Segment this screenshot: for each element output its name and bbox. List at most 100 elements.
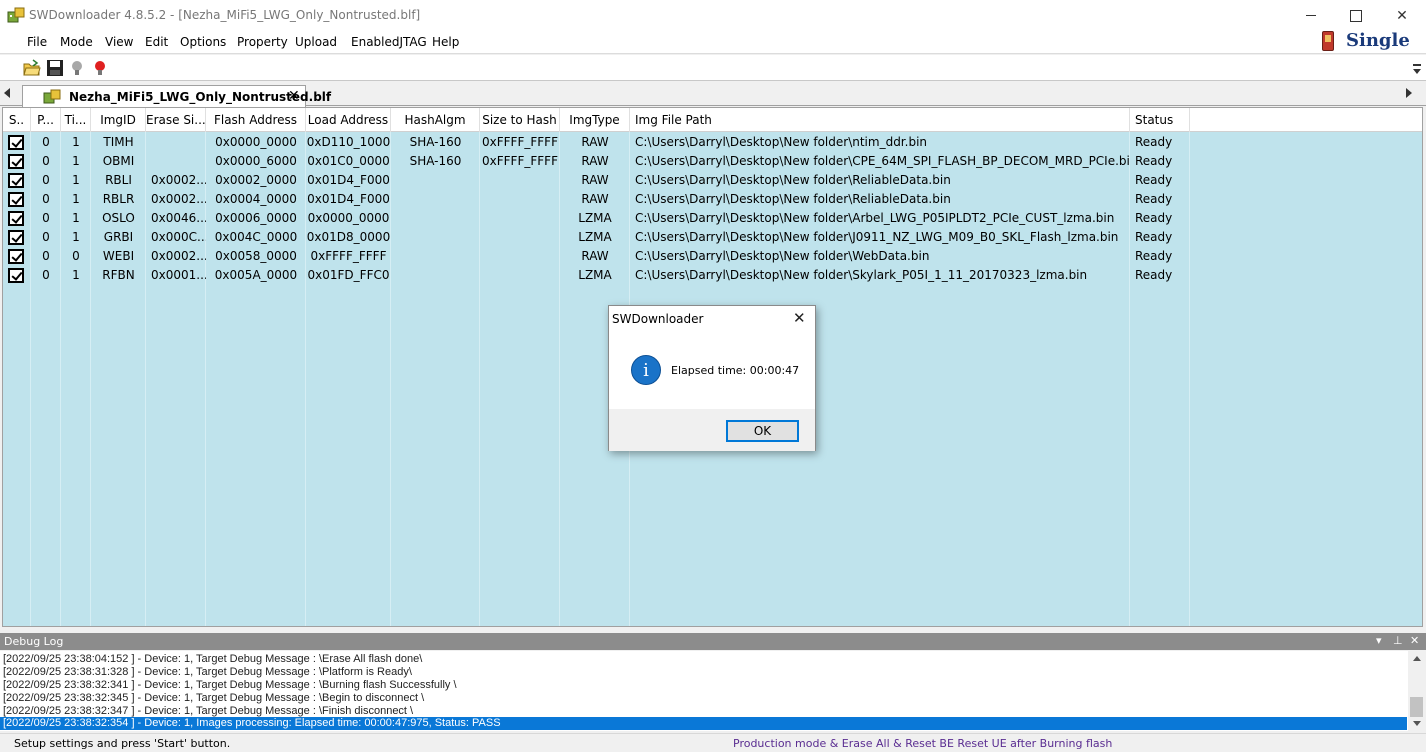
cell-load-address: 0x0000_0000 [307, 211, 390, 225]
col-header-flash-address[interactable]: Flash Address [206, 108, 306, 132]
row-checkbox[interactable] [8, 268, 24, 283]
scroll-up-icon[interactable] [1413, 656, 1421, 661]
open-folder-icon[interactable] [23, 59, 41, 77]
cell-size-to-hash [480, 171, 560, 190]
maximize-button[interactable] [1333, 0, 1379, 31]
menu-view[interactable]: View [105, 35, 133, 49]
table-row[interactable]: 0 1 OSLO 0x0046... 0x0006_0000 0x0000_00… [3, 209, 1422, 228]
col-header-hashalgm[interactable]: HashAlgm [391, 108, 480, 132]
pin-icon[interactable]: ⊥ [1393, 634, 1403, 647]
cell-imgtype: RAW [581, 249, 609, 263]
col-header-status[interactable]: Status [1130, 108, 1190, 132]
tab-scroll-right-icon[interactable] [1406, 88, 1412, 98]
log-line-selected[interactable]: [2022/09/25 23:38:32:354 ] - Device: 1, … [0, 717, 1407, 730]
col-header-ti[interactable]: Ti... [61, 108, 91, 132]
row-checkbox[interactable] [8, 192, 24, 207]
close-window-button[interactable]: ✕ [1379, 0, 1425, 31]
cell-status: Ready [1135, 154, 1173, 168]
cell-imgid: RBLI [105, 173, 132, 187]
cell-partition: 0 [42, 154, 50, 168]
menu-enabledjtag[interactable]: EnabledJTAG [351, 35, 427, 49]
menu-file[interactable]: File [27, 35, 47, 49]
dialog-message: Elapsed time: 00:00:47 [671, 364, 800, 377]
row-checkbox[interactable] [8, 154, 24, 169]
row-checkbox[interactable] [8, 173, 24, 188]
disconnected-bulb-icon[interactable] [68, 59, 86, 77]
tab-scroll-left-icon[interactable] [4, 88, 10, 98]
row-checkbox[interactable] [8, 230, 24, 245]
scroll-thumb[interactable] [1410, 697, 1423, 717]
log-line[interactable]: [2022/09/25 23:38:31:328 ] - Device: 1, … [0, 666, 1407, 679]
menu-property[interactable]: Property [237, 35, 288, 49]
cell-hashalgm [391, 247, 480, 266]
debug-log-scrollbar[interactable] [1408, 651, 1426, 731]
cell-hashalgm: SHA-160 [409, 135, 462, 149]
cell-flash-address: 0x0002_0000 [215, 173, 297, 187]
table-row[interactable]: 0 1 GRBI 0x000C... 0x004C_0000 0x01D8_00… [3, 228, 1422, 247]
cell-img-file-path: C:\Users\Darryl\Desktop\New folder\WebDa… [635, 249, 930, 263]
menu-upload[interactable]: Upload [295, 35, 337, 49]
log-line[interactable]: [2022/09/25 23:38:32:345 ] - Device: 1, … [0, 692, 1407, 705]
cell-size-to-hash: 0xFFFF_FFFF [482, 154, 558, 168]
col-header-img-file-path[interactable]: Img File Path [630, 108, 1130, 132]
col-header-load-address[interactable]: Load Address [306, 108, 391, 132]
table-row[interactable]: 0 1 OBMI 0x0000_6000 0x01C0_0000 SHA-160… [3, 152, 1422, 171]
menu-bar: File Mode View Edit Options Property Upl… [0, 31, 1426, 54]
log-line[interactable]: [2022/09/25 23:38:32:341 ] - Device: 1, … [0, 679, 1407, 692]
table-row[interactable]: 0 1 RBLR 0x0002... 0x0004_0000 0x01D4_F0… [3, 190, 1422, 209]
row-checkbox[interactable] [8, 135, 24, 150]
col-header-size-to-hash[interactable]: Size to Hash [480, 108, 560, 132]
col-header-imgid[interactable]: ImgID [91, 108, 146, 132]
table-row[interactable]: 0 1 RBLI 0x0002... 0x0002_0000 0x01D4_F0… [3, 171, 1422, 190]
cell-partition: 0 [42, 173, 50, 187]
table-row[interactable]: 0 0 WEBI 0x0002... 0x0058_0000 0xFFFF_FF… [3, 247, 1422, 266]
row-checkbox[interactable] [8, 211, 24, 226]
row-checkbox[interactable] [8, 249, 24, 264]
elapsed-time-dialog: SWDownloader ✕ i Elapsed time: 00:00:47 … [608, 305, 816, 451]
toolbar-overflow-icon[interactable] [1412, 63, 1422, 77]
cell-imgid: WEBI [102, 249, 135, 263]
cell-status: Ready [1135, 249, 1173, 263]
cell-erase-size: 0x0002... [151, 173, 206, 187]
menu-options[interactable]: Options [180, 35, 226, 49]
connected-bulb-icon[interactable] [91, 59, 109, 77]
cell-img-file-path: C:\Users\Darryl\Desktop\New folder\Arbel… [635, 211, 1115, 225]
cell-status: Ready [1135, 230, 1173, 244]
cell-ti: 1 [72, 154, 80, 168]
cell-imgtype: RAW [581, 135, 609, 149]
cell-imgid: OBMI [102, 154, 135, 168]
col-header-partition[interactable]: P... [31, 108, 61, 132]
cell-hashalgm [391, 171, 480, 190]
cell-imgid: RBLR [102, 192, 135, 206]
col-header-erase-size[interactable]: Erase Si... [146, 108, 206, 132]
cell-imgtype: LZMA [578, 230, 612, 244]
cell-ti: 1 [72, 135, 80, 149]
cell-load-address: 0x01FD_FFC0 [307, 268, 390, 282]
table-row[interactable]: 0 1 RFBN 0x0001... 0x005A_0000 0x01FD_FF… [3, 266, 1422, 285]
mode-indicator: Single [1322, 30, 1410, 51]
panel-close-icon[interactable]: ✕ [1410, 634, 1419, 647]
cell-status: Ready [1135, 268, 1173, 282]
col-header-imgtype[interactable]: ImgType [560, 108, 630, 132]
dialog-title: SWDownloader [612, 312, 704, 326]
table-row[interactable]: 0 1 TIMH 0x0000_0000 0xD110_1000 SHA-160… [3, 133, 1422, 152]
cell-status: Ready [1135, 211, 1173, 225]
panel-menu-icon[interactable]: ▾ [1376, 634, 1382, 647]
cell-load-address: 0x01D4_F000 [307, 173, 390, 187]
cell-partition: 0 [42, 192, 50, 206]
ok-button[interactable]: OK [726, 420, 799, 442]
close-tab-icon[interactable]: ✕ [288, 88, 300, 104]
col-header-select[interactable]: S.. [3, 108, 31, 132]
debug-log-list[interactable]: [2022/09/25 23:38:04:152 ] - Device: 1, … [0, 651, 1426, 731]
dialog-close-icon[interactable]: ✕ [793, 309, 806, 327]
menu-help[interactable]: Help [432, 35, 459, 49]
menu-mode[interactable]: Mode [60, 35, 93, 49]
cell-load-address: 0xFFFF_FFFF [310, 249, 387, 263]
cell-erase-size [146, 152, 206, 171]
log-line[interactable]: [2022/09/25 23:38:04:152 ] - Device: 1, … [0, 653, 1407, 666]
scroll-down-icon[interactable] [1413, 721, 1421, 726]
menu-edit[interactable]: Edit [145, 35, 168, 49]
tab-document[interactable]: Nezha_MiFi5_LWG_Only_Nontrusted.blf ✕ [22, 85, 331, 107]
save-icon[interactable] [46, 59, 64, 77]
minimize-button[interactable] [1288, 0, 1334, 31]
